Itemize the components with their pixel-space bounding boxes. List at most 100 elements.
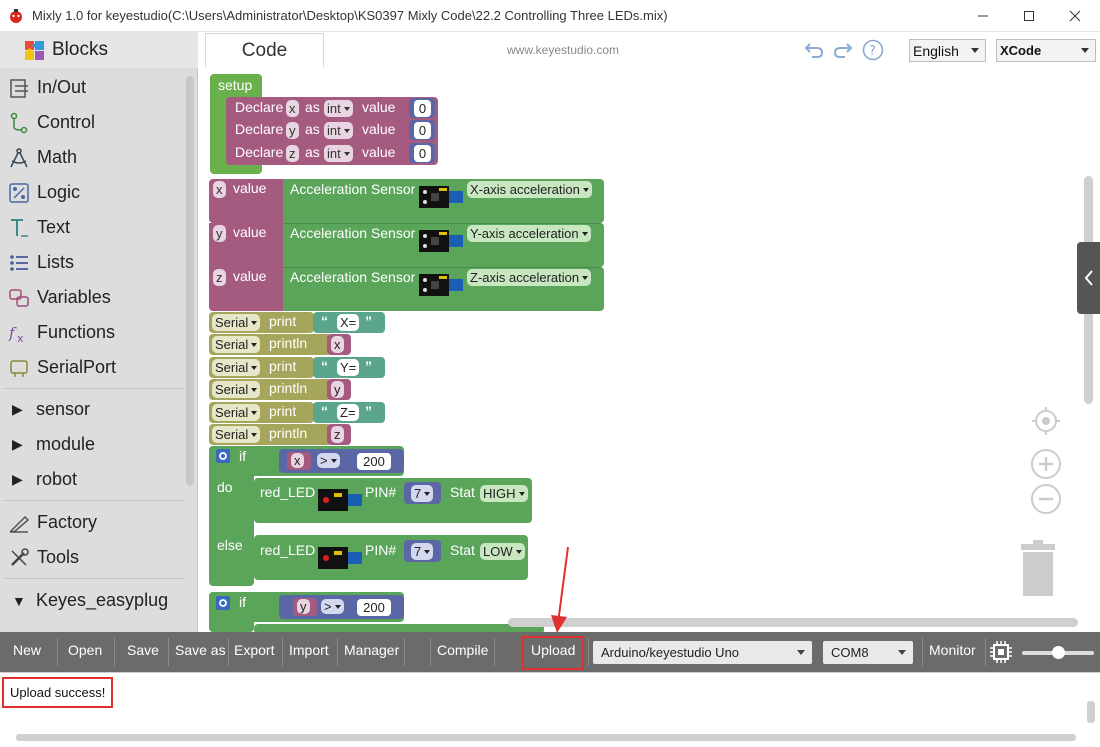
type-dropdown[interactable]: int: [324, 145, 353, 162]
sidebar-item-math[interactable]: Math: [0, 140, 186, 175]
type-dropdown[interactable]: int: [324, 100, 353, 117]
operator-dropdown[interactable]: >: [317, 453, 340, 468]
serial-dropdown[interactable]: Serial: [212, 381, 261, 398]
if-block-inner: [254, 624, 544, 632]
var-name[interactable]: x: [213, 181, 226, 198]
var-name[interactable]: y: [213, 225, 226, 242]
stat-keyword: Stat: [450, 542, 475, 558]
maximize-button[interactable]: [1006, 0, 1052, 32]
tab-code[interactable]: Code: [205, 33, 324, 67]
sidebar-item-variables[interactable]: Variables: [0, 280, 186, 315]
toolbar-divider: [430, 638, 431, 666]
var-name[interactable]: y: [286, 122, 299, 139]
open-button[interactable]: Open: [68, 642, 102, 658]
axis-dropdown[interactable]: Z-axis acceleration: [467, 269, 592, 286]
var-name[interactable]: y: [297, 599, 310, 614]
number-value[interactable]: 0: [414, 100, 431, 117]
close-button[interactable]: [1052, 0, 1098, 32]
mixly-logo-icon: [10, 9, 22, 23]
stat-dropdown[interactable]: LOW: [480, 543, 525, 560]
recenter-icon[interactable]: [1030, 405, 1062, 437]
sidebar-item-label: SerialPort: [37, 357, 117, 377]
axis-dropdown[interactable]: Y-axis acceleration: [467, 225, 591, 242]
sidebar-group-keyes-easyplug[interactable]: ▼ Keyes_easyplug: [0, 583, 186, 618]
sidebar-item-serialport[interactable]: SerialPort: [0, 350, 186, 385]
toolbar-divider: [404, 638, 405, 666]
sidebar-item-control[interactable]: Control: [0, 105, 186, 140]
var-name[interactable]: z: [213, 269, 226, 286]
pin-dropdown[interactable]: 7: [411, 543, 434, 560]
number-value[interactable]: 200: [357, 599, 391, 616]
var-name[interactable]: z: [331, 426, 344, 443]
manager-button[interactable]: Manager: [344, 642, 399, 658]
board-select[interactable]: Arduino/keyestudio Uno: [593, 641, 812, 664]
sidebar-group-sensor[interactable]: ▶ sensor: [0, 392, 186, 427]
output-horizontal-scrollbar[interactable]: [16, 734, 1076, 741]
new-button[interactable]: New: [13, 642, 41, 658]
serial-dropdown[interactable]: Serial: [212, 404, 261, 421]
var-name[interactable]: z: [286, 145, 299, 162]
zoom-out-icon[interactable]: [1030, 483, 1062, 515]
sidebar-item-logic[interactable]: Logic: [0, 175, 186, 210]
chip-icon[interactable]: [990, 641, 1012, 663]
serial-function: println: [269, 425, 308, 441]
sidebar-item-functions[interactable]: fx Functions: [0, 315, 186, 350]
text-icon: [6, 215, 32, 241]
block-workspace[interactable]: setup Declare x as int value 0 Declare y…: [199, 68, 1100, 632]
in-out-icon: [6, 75, 32, 101]
workspace-horizontal-scrollbar[interactable]: [508, 618, 1078, 627]
operator-dropdown[interactable]: >: [321, 599, 344, 614]
undo-icon[interactable]: [802, 38, 826, 62]
theme-select[interactable]: XCode: [996, 39, 1096, 62]
sidebar-group-module[interactable]: ▶ module: [0, 427, 186, 462]
language-select[interactable]: English: [909, 39, 986, 62]
redo-icon[interactable]: [831, 38, 855, 62]
sidebar-group-robot[interactable]: ▶ robot: [0, 462, 186, 497]
var-name[interactable]: y: [331, 381, 344, 398]
serial-dropdown[interactable]: Serial: [212, 426, 261, 443]
import-button[interactable]: Import: [289, 642, 329, 658]
text-value[interactable]: Z=: [337, 404, 359, 421]
gear-icon[interactable]: [216, 449, 230, 463]
export-button[interactable]: Export: [234, 642, 274, 658]
text-value[interactable]: X=: [337, 314, 360, 331]
side-panel-toggle[interactable]: [1077, 242, 1100, 314]
port-select[interactable]: COM8: [823, 641, 913, 664]
sensor-label: Acceleration Sensor: [290, 269, 416, 285]
monitor-button[interactable]: Monitor: [929, 642, 976, 658]
save-as-button[interactable]: Save as: [175, 642, 226, 658]
sidebar-item-factory[interactable]: Factory: [0, 505, 186, 540]
sidebar-item-tools[interactable]: Tools: [0, 540, 186, 575]
zoom-in-icon[interactable]: [1030, 448, 1062, 480]
trash-icon[interactable]: [1019, 540, 1057, 598]
var-name[interactable]: x: [331, 336, 344, 353]
help-icon[interactable]: ?: [861, 38, 885, 62]
number-value[interactable]: 200: [357, 453, 391, 470]
stat-dropdown[interactable]: HIGH: [480, 485, 528, 502]
output-vertical-scrollbar[interactable]: [1087, 701, 1095, 723]
sidebar-item-text[interactable]: Text: [0, 210, 186, 245]
sidebar-item-lists[interactable]: Lists: [0, 245, 186, 280]
pin-dropdown[interactable]: 7: [411, 485, 434, 502]
compile-button[interactable]: Compile: [437, 642, 488, 658]
var-name[interactable]: x: [286, 100, 299, 117]
axis-dropdown[interactable]: X-axis acceleration: [467, 181, 592, 198]
number-value[interactable]: 0: [414, 122, 431, 139]
number-value[interactable]: 0: [414, 145, 431, 162]
var-name[interactable]: x: [291, 453, 304, 468]
zoom-slider-thumb[interactable]: [1052, 646, 1065, 659]
chevron-down-icon: [797, 650, 805, 655]
text-value[interactable]: Y=: [337, 359, 360, 376]
serial-dropdown[interactable]: Serial: [212, 314, 261, 331]
type-dropdown[interactable]: int: [324, 122, 353, 139]
minimize-button[interactable]: [960, 0, 1006, 32]
save-button[interactable]: Save: [127, 642, 159, 658]
as-keyword: as: [305, 99, 320, 115]
minimize-icon: [978, 15, 988, 17]
serial-dropdown[interactable]: Serial: [212, 336, 261, 353]
serial-dropdown[interactable]: Serial: [212, 359, 261, 376]
sidebar-item-in-out[interactable]: In/Out: [0, 70, 186, 105]
gear-icon[interactable]: [216, 596, 230, 610]
sidebar-scrollbar[interactable]: [186, 76, 194, 486]
factory-icon: [6, 510, 32, 536]
